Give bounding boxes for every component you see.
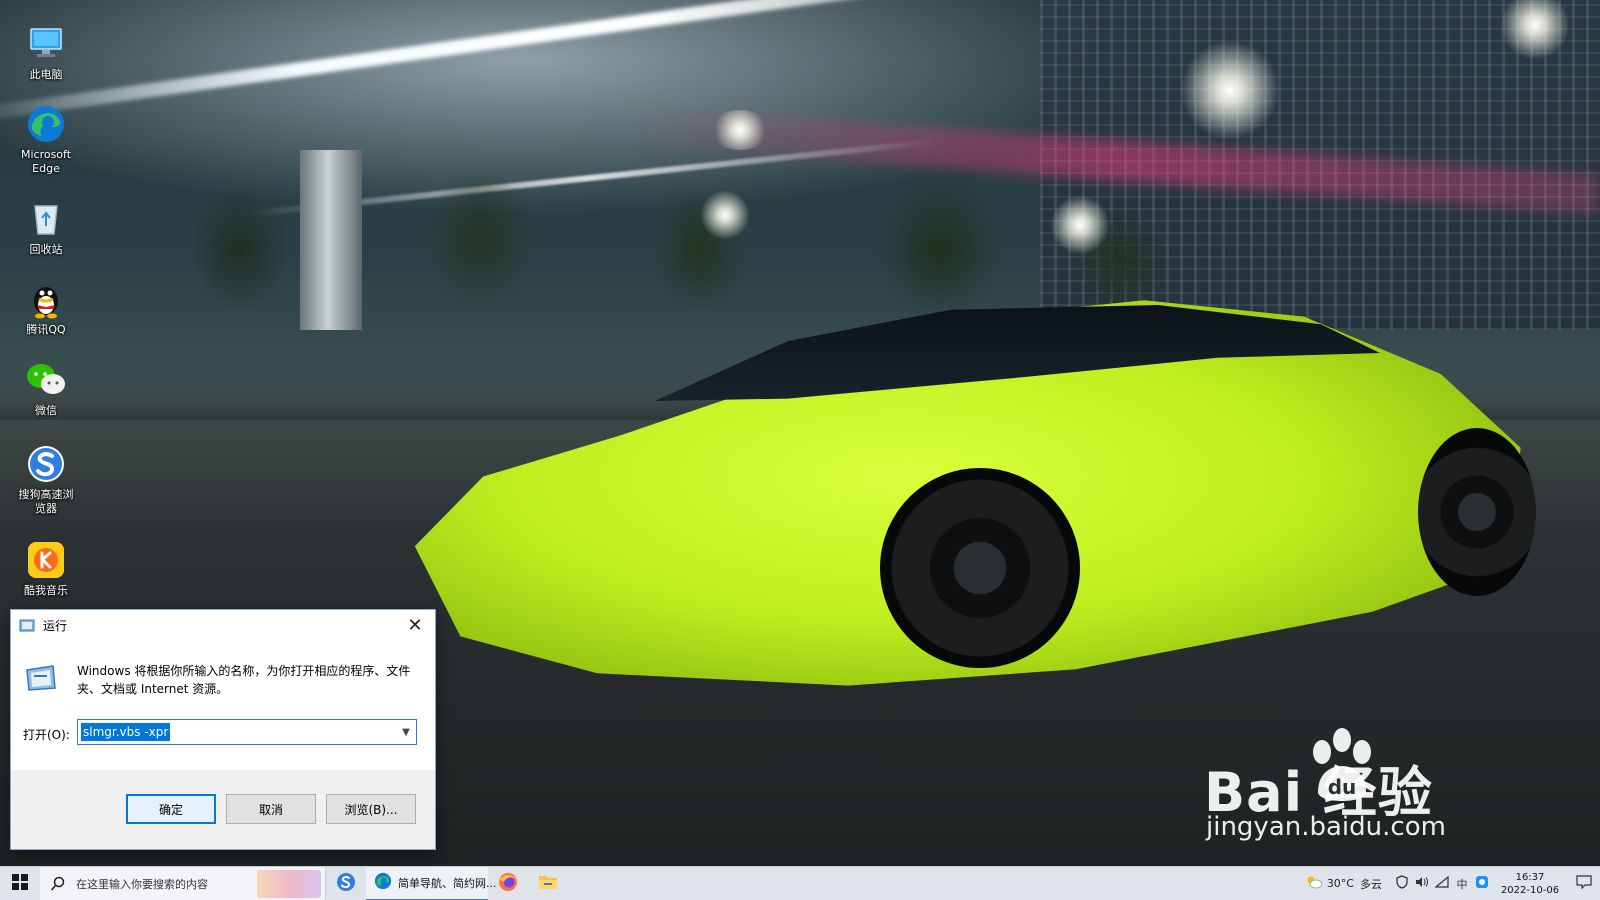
taskbar-app-title: 简单导航、简约网...	[398, 876, 497, 890]
system-tray: 30°C 多云 中 16:37 2022-10-06	[1305, 867, 1600, 900]
wallpaper-street-light	[710, 110, 770, 150]
search-placeholder: 在这里输入你要搜索的内容	[76, 877, 208, 891]
tray-ime[interactable]: 中	[1452, 867, 1472, 900]
desktop-icon-edge[interactable]: Microsoft Edge	[10, 102, 82, 176]
desktop-icon-this-pc[interactable]: 此电脑	[10, 22, 82, 82]
watermark-url: jingyan.baidu.com	[1206, 812, 1446, 842]
sogou-browser-icon	[24, 442, 68, 486]
tray-qq[interactable]	[1472, 867, 1492, 900]
desktop-icon-label: 微信	[35, 404, 57, 417]
firefox-icon	[498, 872, 518, 895]
sogou-browser-icon	[336, 872, 356, 895]
desktop-icon-recycle-bin[interactable]: 回收站	[10, 197, 82, 257]
tray-volume[interactable]	[1412, 867, 1432, 900]
desktop-icon-wechat[interactable]: 微信	[10, 358, 82, 418]
open-input-selection: slmgr.vbs -xpr	[81, 723, 171, 741]
recycle-bin-icon	[24, 197, 68, 241]
run-dialog: 运行 ✕ Windows 将根据你所输入的名称，为你打开相应的程序、文件夹、文档…	[10, 609, 436, 850]
notification-icon	[1576, 875, 1592, 892]
windows-logo-icon	[12, 874, 28, 893]
wallpaper-car-wheel	[1418, 428, 1536, 596]
desktop-icon-label: 此电脑	[29, 68, 63, 81]
taskbar: 在这里输入你要搜索的内容 简单导航、简约网... 30°C 多云 中 16:37…	[0, 866, 1600, 900]
start-button[interactable]	[0, 867, 40, 900]
svg-text:du: du	[1328, 775, 1357, 799]
chevron-down-icon[interactable]: ▼	[396, 720, 416, 744]
run-icon	[19, 617, 37, 633]
desktop-icon-qq[interactable]: 腾讯QQ	[10, 277, 82, 337]
taskbar-firefox[interactable]	[488, 867, 528, 900]
wallpaper-street-light	[1180, 40, 1280, 140]
kuwo-music-icon	[24, 538, 68, 582]
desktop-icon-label: 腾讯QQ	[26, 323, 66, 336]
wallpaper-car-wheel	[880, 468, 1080, 668]
taskbar-sogou-browser[interactable]	[326, 867, 366, 900]
baidu-paw-icon: du	[1300, 726, 1384, 810]
cancel-button[interactable]: 取消	[226, 794, 316, 824]
run-dialog-title: 运行	[43, 618, 68, 633]
tray-security[interactable]	[1392, 867, 1412, 900]
clock-time: 16:37	[1515, 871, 1545, 883]
computer-icon	[24, 22, 68, 66]
qq-tray-icon	[1475, 875, 1489, 892]
desktop-icon-label: 搜狗高速浏览器	[18, 488, 74, 515]
tray-network[interactable]	[1432, 867, 1452, 900]
clock-date: 2022-10-06	[1500, 884, 1560, 896]
file-explorer-icon	[538, 873, 558, 894]
qq-icon	[24, 277, 68, 321]
weather-condition: 多云	[1360, 877, 1382, 891]
network-icon	[1434, 875, 1449, 891]
wallpaper-pillar	[300, 150, 362, 330]
wechat-icon	[24, 358, 68, 402]
open-label: 打开(O):	[23, 728, 70, 742]
search-icon	[50, 876, 66, 892]
taskbar-active-edge-window[interactable]: 简单导航、简约网...	[366, 866, 497, 900]
wallpaper-street-light	[1050, 195, 1110, 255]
edge-icon	[374, 872, 392, 893]
taskbar-search-box[interactable]: 在这里输入你要搜索的内容	[40, 866, 326, 900]
close-icon: ✕	[407, 614, 423, 636]
ime-label: 中	[1456, 877, 1468, 891]
desktop-icon-label: Microsoft Edge	[20, 148, 72, 175]
wallpaper-street-light	[700, 190, 750, 240]
close-button[interactable]: ✕	[395, 610, 435, 640]
weather-temperature: 30°C	[1326, 877, 1354, 890]
browse-button[interactable]: 浏览(B)...	[326, 794, 416, 824]
volume-icon	[1415, 876, 1429, 891]
desktop-icon-sogou-browser[interactable]: 搜狗高速浏览器	[10, 442, 82, 516]
search-highlight-art-icon	[257, 869, 321, 898]
cloudy-weather-icon	[1305, 875, 1323, 892]
ok-button[interactable]: 确定	[126, 794, 216, 824]
run-dialog-description: Windows 将根据你所输入的名称，为你打开相应的程序、文件夹、文档或 Int…	[77, 664, 411, 696]
baidu-jingyan-watermark: Bai 经验 du jingyan.baidu.com	[1204, 726, 1500, 856]
wallpaper-overpass-light	[0, 0, 1100, 124]
run-dialog-titlebar[interactable]: 运行 ✕	[11, 610, 435, 640]
desktop-icon-kuwo-music[interactable]: 酷我音乐	[10, 538, 82, 598]
taskbar-clock[interactable]: 16:37 2022-10-06	[1492, 871, 1568, 897]
action-center-button[interactable]	[1568, 867, 1600, 900]
run-dialog-body: Windows 将根据你所输入的名称，为你打开相应的程序、文件夹、文档或 Int…	[11, 640, 435, 770]
security-icon	[1396, 875, 1408, 892]
weather-widget[interactable]: 30°C 多云	[1305, 875, 1382, 892]
taskbar-file-explorer[interactable]	[528, 867, 568, 900]
open-combobox[interactable]: slmgr.vbs -xpr ▼	[77, 719, 417, 745]
edge-icon	[24, 102, 68, 146]
desktop-icon-label: 酷我音乐	[24, 584, 68, 597]
run-program-icon	[23, 662, 59, 694]
desktop-icon-label: 回收站	[29, 243, 63, 256]
